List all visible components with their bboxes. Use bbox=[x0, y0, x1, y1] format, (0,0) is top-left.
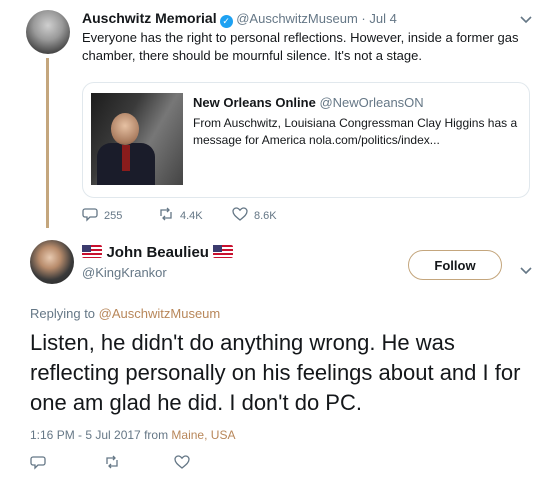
avatar-auschwitz-memorial[interactable] bbox=[26, 10, 70, 54]
card-title: New Orleans Online @NewOrleansON bbox=[193, 95, 424, 110]
card-body-text: From Auschwitz, Louisiana Congressman Cl… bbox=[193, 116, 518, 147]
like-count: 8.6K bbox=[254, 209, 277, 222]
retweet-action[interactable]: 4.4K bbox=[158, 206, 203, 225]
retweet-icon bbox=[158, 206, 174, 225]
link-card[interactable]: New Orleans Online @NewOrleansON From Au… bbox=[82, 82, 530, 198]
tweet1-header: Auschwitz Memorial ✓ @AuschwitzMuseum · J… bbox=[82, 10, 397, 28]
reply-action[interactable] bbox=[30, 454, 46, 475]
us-flag-icon bbox=[213, 245, 234, 258]
follow-button[interactable]: Follow bbox=[408, 250, 502, 280]
tweet2-timestamp-line: 1:16 PM - 5 Jul 2017 from Maine, USA bbox=[30, 428, 235, 442]
retweet-action[interactable] bbox=[104, 454, 120, 475]
tweet2-author-handle[interactable]: @KingKrankor bbox=[82, 265, 167, 280]
reply-icon bbox=[30, 454, 46, 475]
tweet1-date[interactable]: Jul 4 bbox=[369, 11, 396, 26]
heart-icon bbox=[232, 206, 248, 225]
heart-icon bbox=[174, 454, 190, 475]
tweet1-author-name[interactable]: Auschwitz Memorial bbox=[82, 10, 217, 26]
avatar-john-beaulieu[interactable] bbox=[30, 240, 74, 284]
replying-to-prefix: Replying to bbox=[30, 306, 96, 321]
like-action[interactable] bbox=[174, 454, 190, 475]
us-flag-icon bbox=[82, 245, 102, 258]
tweet1-author-handle[interactable]: @AuschwitzMuseum bbox=[236, 11, 358, 26]
retweet-count: 4.4K bbox=[180, 209, 203, 222]
tweet2-timestamp[interactable]: 1:16 PM - 5 Jul 2017 from bbox=[30, 428, 168, 442]
tweet2-header: John Beaulieu bbox=[82, 244, 234, 262]
card-source-name: New Orleans Online bbox=[193, 95, 316, 110]
reply-action[interactable]: 255 bbox=[82, 206, 122, 225]
tweet2-author-name[interactable]: John Beaulieu bbox=[106, 244, 209, 261]
thumbnail-face bbox=[111, 113, 139, 145]
replying-to-line: Replying to @AuschwitzMuseum bbox=[30, 306, 220, 321]
tweet2-location-link[interactable]: Maine, USA bbox=[171, 428, 235, 442]
verified-badge-icon: ✓ bbox=[219, 15, 233, 28]
tweet1-separator: · bbox=[361, 11, 366, 26]
reply-icon bbox=[82, 206, 98, 225]
replying-to-handle-link[interactable]: @AuschwitzMuseum bbox=[99, 306, 221, 321]
card-thumbnail bbox=[91, 93, 183, 185]
chevron-down-icon[interactable] bbox=[520, 262, 532, 280]
card-source-handle: @NewOrleansON bbox=[319, 95, 424, 110]
tweet1-text: Everyone has the right to personal refle… bbox=[82, 30, 519, 63]
retweet-icon bbox=[104, 454, 120, 475]
tweet2-text: Listen, he didn't do anything wrong. He … bbox=[30, 330, 521, 415]
thumbnail-tie bbox=[122, 145, 130, 171]
chevron-down-icon[interactable] bbox=[520, 12, 532, 27]
thread-connector-line bbox=[46, 58, 49, 228]
reply-count: 255 bbox=[104, 209, 123, 222]
like-action[interactable]: 8.6K bbox=[232, 206, 277, 225]
